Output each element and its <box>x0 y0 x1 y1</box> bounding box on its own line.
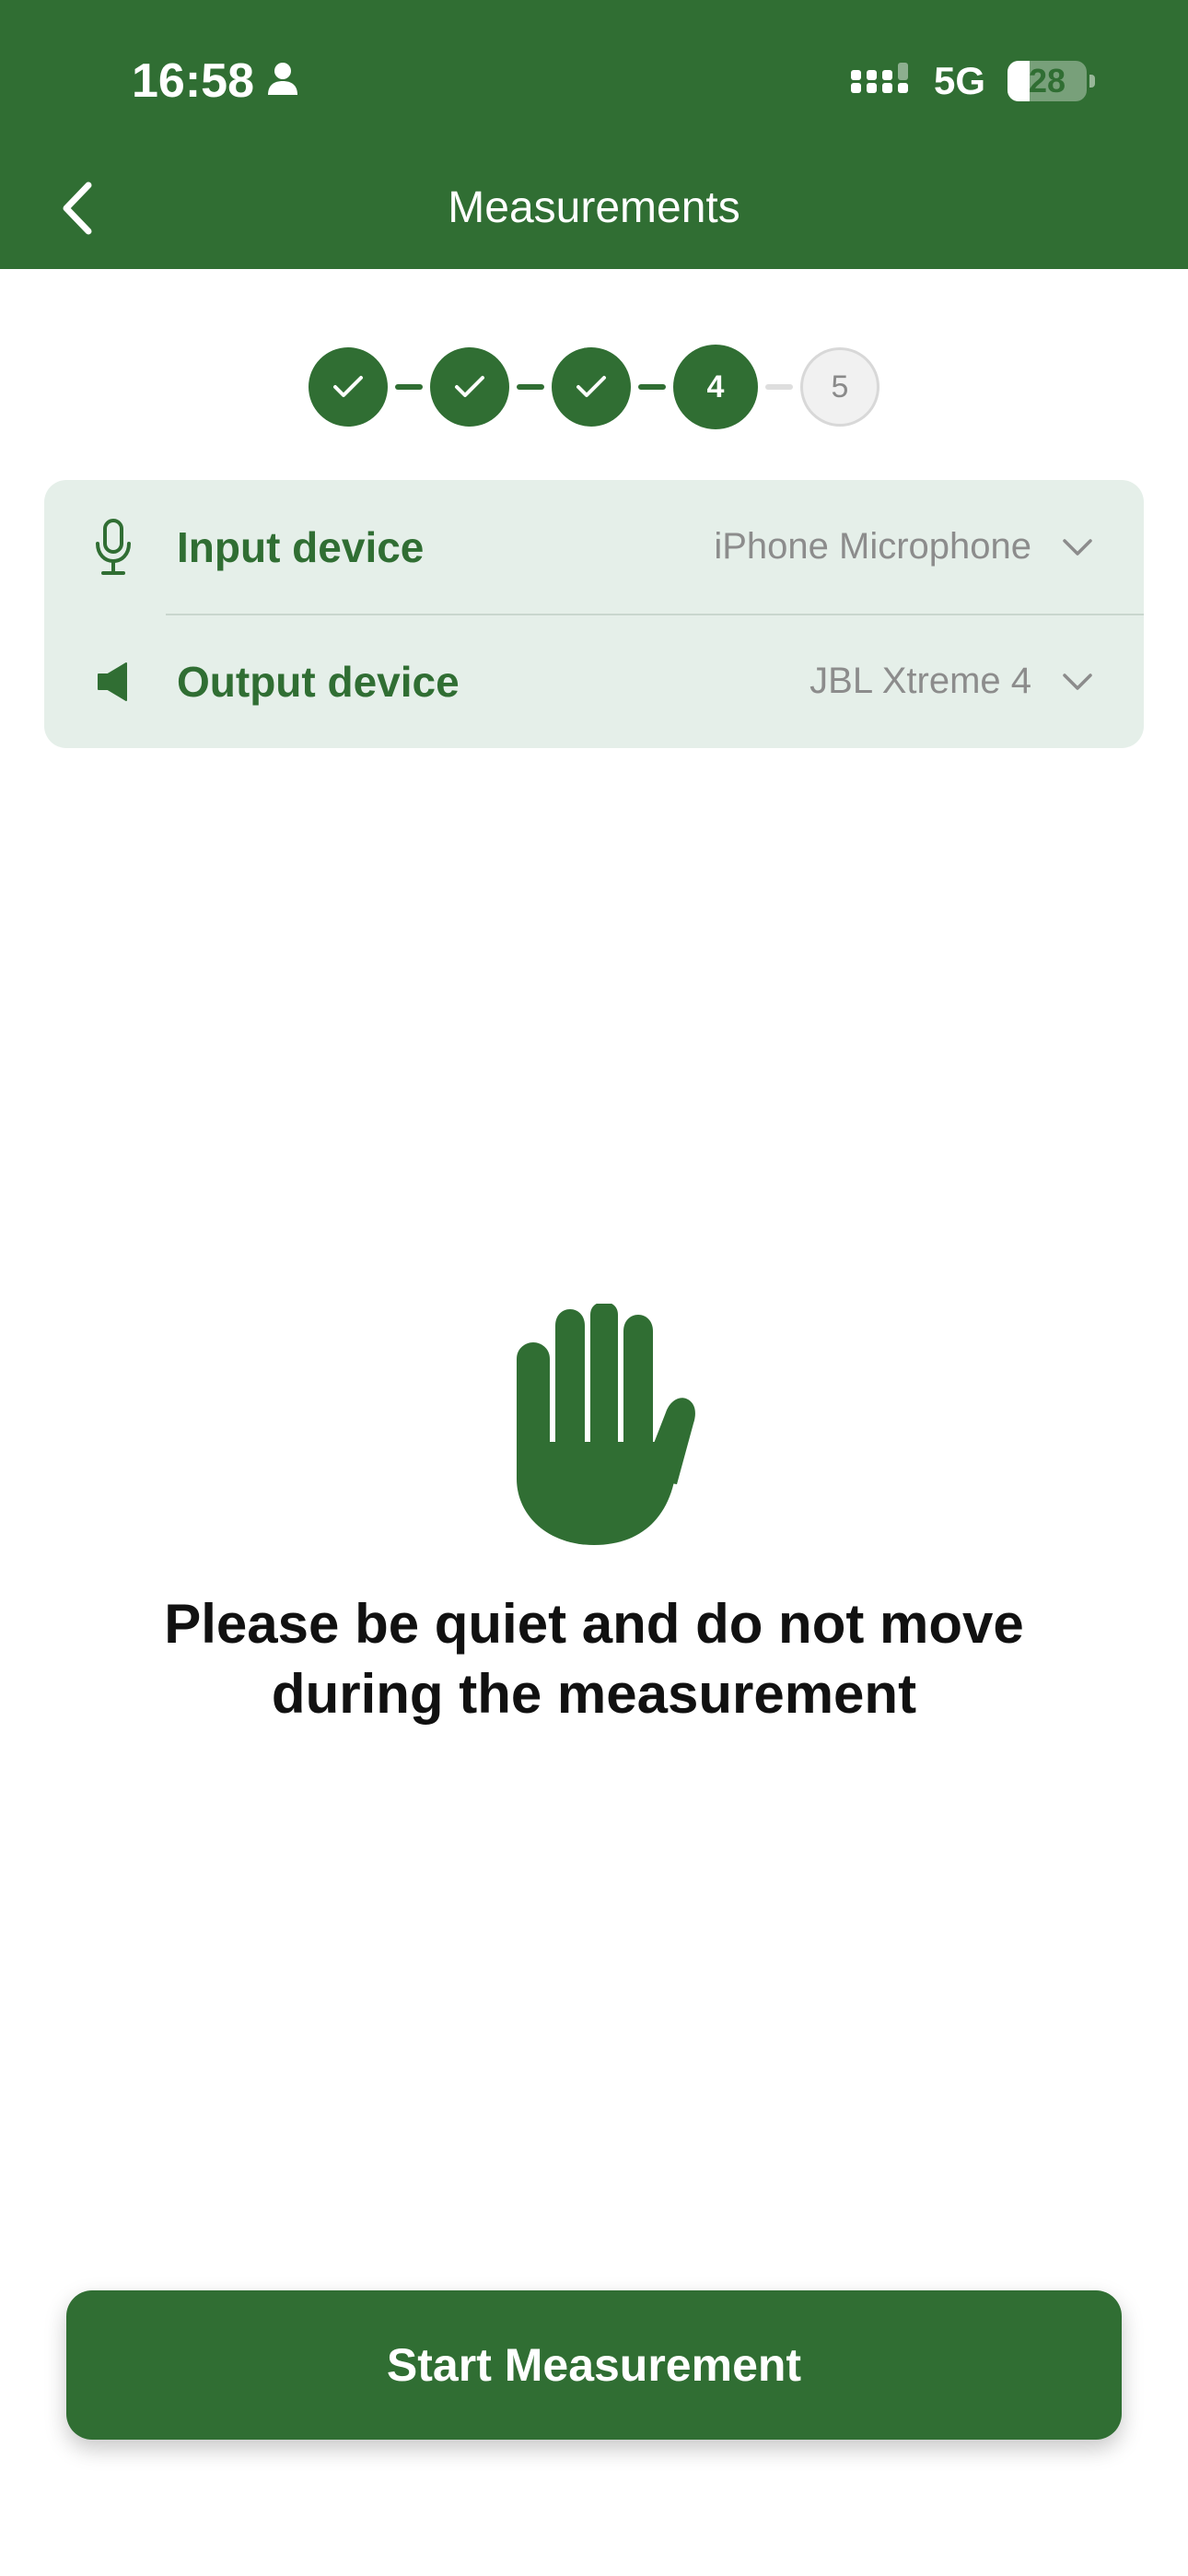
step-connector <box>765 384 793 390</box>
signal-icon <box>850 61 912 102</box>
app-header: 16:58 5G 28 Measurements <box>0 0 1188 269</box>
output-device-label: Output device <box>177 657 460 706</box>
speaker-icon <box>90 652 136 711</box>
progress-stepper: 4 5 <box>0 345 1188 429</box>
person-icon <box>267 50 298 112</box>
step-connector <box>517 384 544 390</box>
checkmark-icon <box>455 376 484 397</box>
step-2 <box>430 347 509 427</box>
instruction-message: Please be quiet and do not move during t… <box>164 1593 1024 1725</box>
checkmark-icon <box>577 376 606 397</box>
page-title: Measurements <box>448 183 740 232</box>
microphone-icon <box>90 518 136 577</box>
step-5: 5 <box>800 347 879 427</box>
chevron-down-icon <box>1059 663 1096 700</box>
step-connector <box>638 384 666 390</box>
battery-percent: 28 <box>1028 62 1066 100</box>
checkmark-icon <box>333 376 363 397</box>
status-time-group: 16:58 <box>132 50 298 112</box>
output-device-row[interactable]: Output device JBL Xtreme 4 <box>44 615 1144 748</box>
raised-hand-icon <box>517 1304 695 1545</box>
start-measurement-button[interactable]: Start Measurement <box>66 2290 1122 2440</box>
battery-icon: 28 <box>1007 61 1095 101</box>
step-connector <box>395 384 423 390</box>
input-device-label: Input device <box>177 522 425 571</box>
input-device-value: iPhone Microphone <box>714 526 1031 567</box>
step-1 <box>309 347 388 427</box>
step-3 <box>552 347 631 427</box>
input-device-row[interactable]: Input device iPhone Microphone <box>44 480 1144 614</box>
chevron-down-icon <box>1059 529 1096 566</box>
output-device-value: JBL Xtreme 4 <box>809 661 1031 701</box>
status-time: 16:58 <box>132 54 254 108</box>
status-indicators: 5G 28 <box>850 52 1095 111</box>
device-selector-card: Input device iPhone Microphone Output de… <box>44 480 1144 748</box>
step-4: 4 <box>673 345 758 429</box>
measurements-screen: 16:58 5G 28 Measurements 4 5 Input devic… <box>0 0 1188 2576</box>
battery-cap <box>1089 75 1095 88</box>
network-label: 5G <box>933 59 985 102</box>
